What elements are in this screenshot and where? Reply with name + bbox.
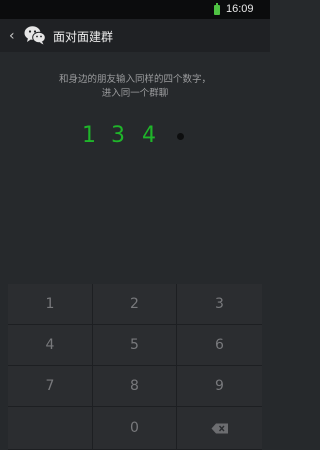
digit-3: 4 bbox=[142, 123, 156, 148]
status-time: 16:09 bbox=[226, 3, 254, 15]
delete-key[interactable] bbox=[177, 407, 262, 450]
entered-digits: 1 3 4 bbox=[0, 122, 270, 152]
instruction-text: 和身边的朋友输入同样的四个数字， 进入同一个群聊 bbox=[0, 73, 270, 101]
face-to-face-group-screen: 16:09 ‹ 面对面建群 和身边的朋友输入同样的四个数字， 进入同一个群聊 1… bbox=[0, 0, 270, 450]
key-2[interactable]: 2 bbox=[93, 284, 177, 325]
status-bar: 16:09 bbox=[0, 0, 270, 19]
wechat-logo-icon[interactable] bbox=[24, 25, 46, 45]
digit-2: 3 bbox=[111, 123, 125, 148]
key-5[interactable]: 5 bbox=[93, 325, 177, 366]
page-title: 面对面建群 bbox=[53, 30, 114, 44]
key-0[interactable]: 0 bbox=[93, 407, 177, 450]
backspace-icon bbox=[211, 423, 228, 433]
key-3[interactable]: 3 bbox=[177, 284, 262, 325]
key-empty bbox=[8, 407, 93, 450]
key-9[interactable]: 9 bbox=[177, 366, 262, 407]
key-7[interactable]: 7 bbox=[8, 366, 93, 407]
chevron-left-icon[interactable]: ‹ bbox=[9, 28, 21, 44]
pending-digit-dot bbox=[177, 133, 184, 140]
key-6[interactable]: 6 bbox=[177, 325, 262, 366]
battery-icon bbox=[214, 3, 220, 15]
instruction-line-1: 和身边的朋友输入同样的四个数字， bbox=[58, 74, 211, 85]
instruction-line-2: 进入同一个群聊 bbox=[101, 88, 169, 99]
digit-1: 1 bbox=[82, 123, 96, 148]
number-keypad: 1 2 3 4 5 6 7 8 9 0 bbox=[8, 284, 262, 450]
key-8[interactable]: 8 bbox=[93, 366, 177, 407]
key-4[interactable]: 4 bbox=[8, 325, 93, 366]
key-1[interactable]: 1 bbox=[8, 284, 93, 325]
title-bar: ‹ 面对面建群 bbox=[0, 19, 270, 52]
